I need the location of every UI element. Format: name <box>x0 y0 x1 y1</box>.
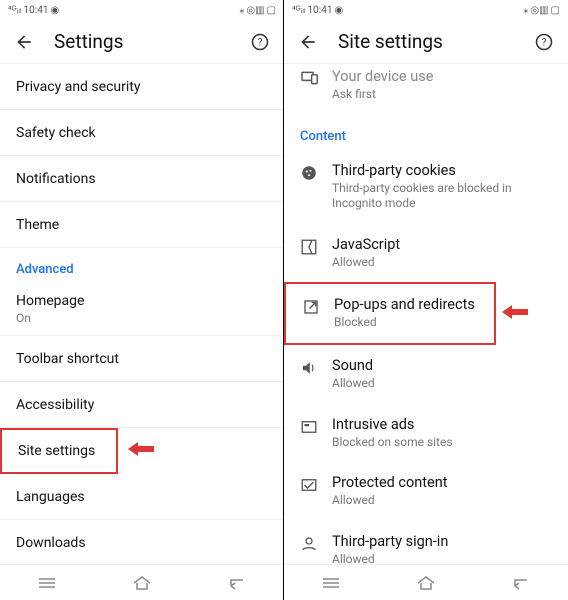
help-button[interactable]: ? <box>532 30 556 54</box>
signal-icon: ⁴ᴳᵢₗₗ <box>292 5 306 16</box>
row-label: JavaScript <box>332 236 552 253</box>
battery-icon: ▢ <box>551 5 560 16</box>
row-protected-content[interactable]: Protected content Allowed <box>284 462 568 521</box>
row-label: Privacy and security <box>16 79 140 95</box>
nav-home-button[interactable] <box>411 573 441 593</box>
row-sublabel: Allowed <box>332 255 552 271</box>
row-sublabel: Allowed <box>332 552 552 564</box>
nav-recent-button[interactable] <box>316 573 346 593</box>
row-intrusive-ads[interactable]: Intrusive ads Blocked on some sites <box>284 404 568 463</box>
row-label: Accessibility <box>16 397 94 413</box>
row-site-settings[interactable]: Site settings <box>0 428 118 474</box>
screen-settings: ⁴ᴳᵢₗₗ 10:41 ◉ ⁎ ◎▥ ▢ Settings ? Privacy … <box>0 0 284 600</box>
nav-recent-button[interactable] <box>32 573 62 593</box>
row-safety-check[interactable]: Safety check <box>0 110 284 156</box>
ads-icon <box>300 418 318 436</box>
page-title: Site settings <box>338 30 532 53</box>
row-languages[interactable]: Languages <box>0 474 284 520</box>
row-label: Intrusive ads <box>332 416 552 433</box>
row-sublabel: Allowed <box>332 376 552 392</box>
row-theme[interactable]: Theme <box>0 202 284 248</box>
row-third-party-cookies[interactable]: Third-party cookies Third-party cookies … <box>284 150 568 224</box>
row-label: Your device use <box>332 68 552 85</box>
screen-site-settings: ⁴ᴳᵢₗₗ 10:41 ◉ ⁎ ◎▥ ▢ Site settings ? You… <box>284 0 568 600</box>
settings-list: Privacy and security Safety check Notifi… <box>0 64 284 564</box>
battery-icon: ▢ <box>267 5 276 16</box>
row-label: Toolbar shortcut <box>16 351 119 367</box>
row-label: Site settings <box>18 443 95 459</box>
nav-home-button[interactable] <box>127 573 157 593</box>
javascript-icon <box>300 238 318 256</box>
row-label: Sound <box>332 357 552 374</box>
clock: 10:41 <box>308 5 333 16</box>
row-notifications[interactable]: Notifications <box>0 156 284 202</box>
protected-icon <box>300 476 318 494</box>
row-label: Third-party sign-in <box>332 533 552 550</box>
row-sublabel: Third-party cookies are blocked in Incog… <box>332 181 552 212</box>
page-title: Settings <box>54 30 248 53</box>
row-label: Downloads <box>16 535 86 551</box>
row-label: Homepage <box>16 293 84 309</box>
open-in-new-icon <box>302 298 320 316</box>
appbar: Site settings ? <box>284 20 568 64</box>
devices-icon <box>300 70 320 86</box>
system-navbar <box>0 564 284 600</box>
system-navbar <box>284 564 568 600</box>
annotation-arrow-icon <box>128 440 154 462</box>
row-sublabel: Ask first <box>332 87 552 103</box>
row-sublabel: Allowed <box>332 493 552 509</box>
statusbar: ⁴ᴳᵢₗₗ 10:41 ◉ ⁎ ◎▥ ▢ <box>0 0 284 20</box>
clock: 10:41 <box>24 5 49 16</box>
section-content: Content <box>284 115 568 150</box>
nav-back-button[interactable] <box>222 573 252 593</box>
bluetooth-icon: ⁎ <box>523 5 528 16</box>
statusbar: ⁴ᴳᵢₗₗ 10:41 ◉ ⁎ ◎▥ ▢ <box>284 0 568 20</box>
row-label: Notifications <box>16 171 96 187</box>
row-toolbar-shortcut[interactable]: Toolbar shortcut <box>0 336 284 382</box>
bluetooth-icon: ⁎ <box>239 5 244 16</box>
row-javascript[interactable]: JavaScript Allowed <box>284 224 568 283</box>
camera-icon: ◉ <box>50 5 59 16</box>
back-button[interactable] <box>296 30 320 54</box>
annotation-arrow-icon <box>502 303 528 325</box>
row-device-use[interactable]: Your device use Ask first <box>284 64 568 115</box>
row-homepage[interactable]: Homepage On <box>0 283 284 336</box>
misc-icon: ◎▥ <box>530 5 548 16</box>
row-downloads[interactable]: Downloads <box>0 520 284 564</box>
signal-icon: ⁴ᴳᵢₗₗ <box>8 5 22 16</box>
site-settings-list: Your device use Ask first Content Third-… <box>284 64 568 564</box>
row-label: Theme <box>16 217 59 233</box>
nav-back-button[interactable] <box>506 573 536 593</box>
row-label: Pop-ups and redirects <box>334 296 478 313</box>
row-third-party-signin[interactable]: Third-party sign-in Allowed <box>284 521 568 564</box>
row-label: Safety check <box>16 125 96 141</box>
back-button[interactable] <box>12 30 36 54</box>
appbar: Settings ? <box>0 20 284 64</box>
row-sublabel: Blocked on some sites <box>332 435 552 451</box>
svg-text:?: ? <box>258 37 263 48</box>
row-sublabel: On <box>16 311 84 325</box>
row-label: Protected content <box>332 474 552 491</box>
row-label: Third-party cookies <box>332 162 552 179</box>
help-button[interactable]: ? <box>248 30 272 54</box>
row-label: Languages <box>16 489 85 505</box>
sound-icon <box>300 359 318 377</box>
row-privacy-security[interactable]: Privacy and security <box>0 64 284 110</box>
row-sound[interactable]: Sound Allowed <box>284 345 568 404</box>
cookie-icon <box>300 164 318 182</box>
svg-text:?: ? <box>542 37 547 48</box>
misc-icon: ◎▥ <box>246 5 264 16</box>
section-advanced: Advanced <box>0 248 284 283</box>
row-popups-redirects[interactable]: Pop-ups and redirects Blocked <box>284 282 496 345</box>
camera-icon: ◉ <box>334 5 343 16</box>
row-sublabel: Blocked <box>334 315 478 331</box>
row-accessibility[interactable]: Accessibility <box>0 382 284 428</box>
person-icon <box>300 535 318 553</box>
